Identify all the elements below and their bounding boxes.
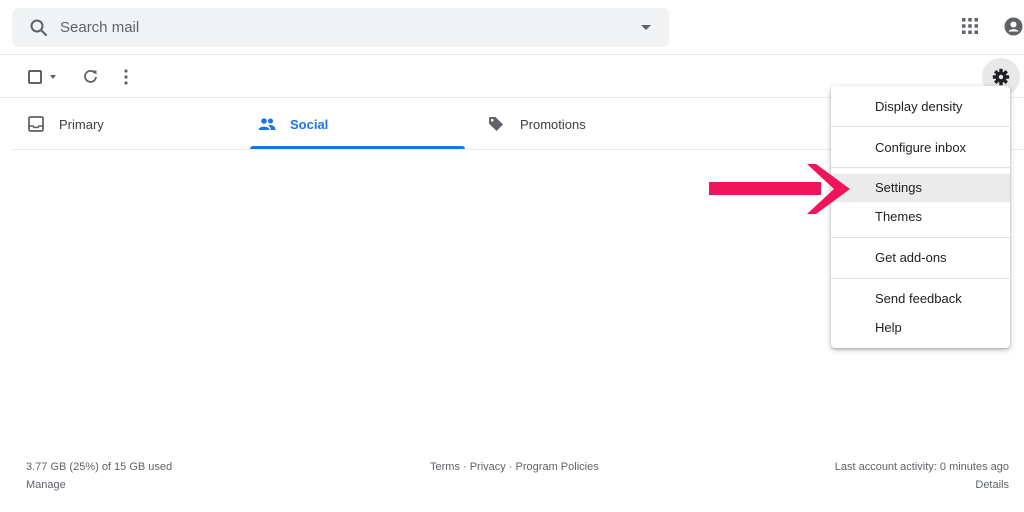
menu-divider xyxy=(831,278,1010,279)
menu-item-settings[interactable]: Settings xyxy=(831,174,1010,202)
tab-label: Promotions xyxy=(520,117,586,132)
gear-icon xyxy=(992,68,1010,86)
people-icon xyxy=(258,117,276,136)
menu-divider xyxy=(831,237,1010,238)
tab-social[interactable]: Social xyxy=(250,99,465,149)
refresh-icon[interactable] xyxy=(82,68,99,85)
tab-primary[interactable]: Primary xyxy=(12,99,242,149)
storage-usage-text: 3.77 GB (25%) of 15 GB used xyxy=(26,461,173,473)
last-activity-text: Last account activity: 0 minutes ago xyxy=(834,461,1009,473)
settings-menu: Display density Configure inbox Settings… xyxy=(831,86,1010,348)
menu-item-get-add-ons[interactable]: Get add-ons xyxy=(831,244,1010,272)
account-avatar-icon[interactable] xyxy=(1004,17,1023,36)
tab-label: Social xyxy=(290,117,329,132)
menu-item-configure-inbox[interactable]: Configure inbox xyxy=(831,134,1010,162)
annotation-arrow-icon xyxy=(709,164,850,214)
tab-promotions[interactable]: Promotions xyxy=(482,99,712,149)
search-icon[interactable] xyxy=(29,18,49,38)
menu-divider xyxy=(831,126,1010,127)
tag-icon xyxy=(488,116,504,137)
manage-storage-link[interactable]: Manage xyxy=(26,479,66,491)
apps-grid-icon[interactable] xyxy=(961,17,979,35)
menu-item-send-feedback[interactable]: Send feedback xyxy=(831,285,1010,313)
more-vert-icon[interactable] xyxy=(119,68,133,86)
search-options-icon[interactable] xyxy=(641,25,651,30)
policy-links[interactable]: Terms · Privacy · Program Policies xyxy=(430,461,599,473)
menu-item-display-density[interactable]: Display density xyxy=(831,93,1010,121)
menu-divider xyxy=(831,167,1010,168)
menu-item-themes[interactable]: Themes xyxy=(831,203,1010,231)
select-options-caret-icon[interactable] xyxy=(50,75,56,79)
activity-details-link[interactable]: Details xyxy=(975,479,1009,491)
inbox-icon xyxy=(28,116,44,137)
selected-tab-indicator xyxy=(250,146,465,149)
search-bar[interactable]: Search mail xyxy=(12,8,669,47)
select-all-checkbox[interactable] xyxy=(28,70,42,84)
menu-item-help[interactable]: Help xyxy=(831,314,1010,342)
tab-label: Primary xyxy=(59,117,104,132)
top-header: Search mail xyxy=(0,0,1024,55)
search-input[interactable]: Search mail xyxy=(60,19,139,36)
